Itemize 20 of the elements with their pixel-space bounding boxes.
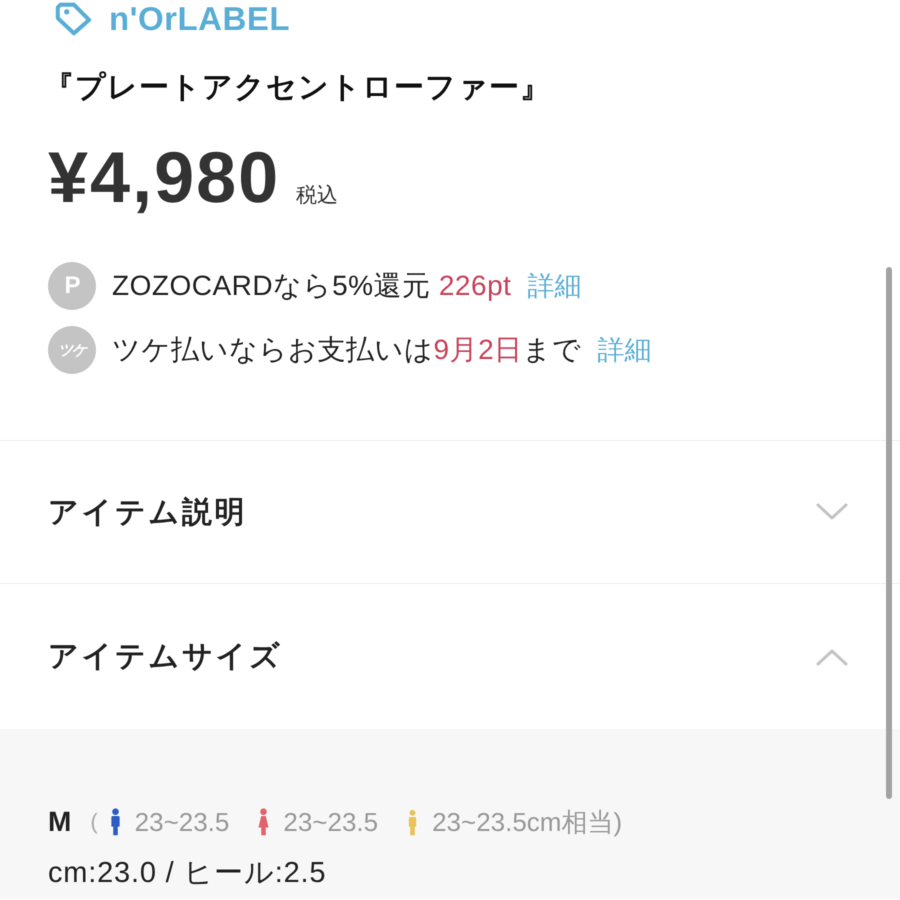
size-label: M bbox=[48, 806, 72, 838]
section-header[interactable]: アイテム説明 bbox=[0, 441, 900, 583]
scrollbar-thumb[interactable] bbox=[886, 267, 892, 799]
size-range: 23~23.5 bbox=[134, 806, 230, 838]
bracket-text: ( bbox=[90, 809, 98, 835]
offer-text: ツケ払いならお支払いは9月2日 まで bbox=[112, 333, 582, 367]
brand-link[interactable]: n'OrLABEL bbox=[109, 2, 290, 36]
product-title: 『プレートアクセントローファー』 bbox=[44, 70, 551, 106]
details-link[interactable]: 詳細 bbox=[527, 268, 582, 304]
price: ¥4,980 bbox=[47, 138, 280, 218]
points-badge: P bbox=[48, 262, 96, 310]
tax-note: 税込 bbox=[296, 183, 338, 209]
size-range: 23~23.5 bbox=[283, 806, 378, 838]
pay-later-badge: ツケ bbox=[48, 326, 96, 374]
offer-text: ZOZOCARDなら5%還元 226pt bbox=[112, 269, 512, 303]
details-link[interactable]: 詳細 bbox=[598, 332, 652, 368]
measurement-text: cm:23.0 / ヒール:2.5 bbox=[48, 856, 326, 890]
section-header[interactable]: アイテムサイズ bbox=[0, 584, 900, 729]
tag-icon bbox=[54, 2, 92, 36]
size-range: 23~23.5cm相当) bbox=[432, 806, 622, 838]
